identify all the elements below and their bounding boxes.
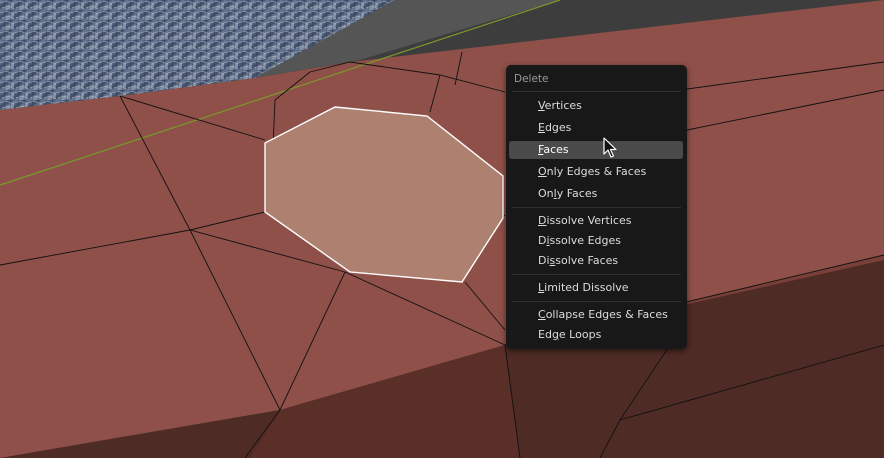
menu-item-vertices[interactable]: Vertices — [509, 97, 683, 115]
menu-item-limited-dissolve[interactable]: Limited Dissolve — [509, 279, 683, 297]
menu-item-collapse-edges-faces[interactable]: Collapse Edges & Faces — [509, 306, 683, 324]
menu-item-only-faces[interactable]: Only Faces — [509, 185, 683, 203]
menu-item-only-edges-faces[interactable]: Only Edges & Faces — [509, 163, 683, 181]
menu-separator — [512, 91, 681, 92]
menu-separator — [512, 301, 681, 302]
menu-item-dissolve-faces[interactable]: Dissolve Faces — [509, 252, 683, 270]
menu-item-faces[interactable]: Faces — [509, 141, 683, 159]
3d-viewport[interactable] — [0, 0, 884, 458]
delete-context-menu: Delete Vertices Edges Faces Only Edges &… — [506, 65, 687, 349]
menu-separator — [512, 274, 681, 275]
menu-item-edge-loops[interactable]: Edge Loops — [509, 326, 683, 344]
menu-item-edges[interactable]: Edges — [509, 119, 683, 137]
mouse-pointer-icon — [603, 137, 617, 158]
menu-item-dissolve-vertices[interactable]: Dissolve Vertices — [509, 212, 683, 230]
menu-item-dissolve-edges[interactable]: Dissolve Edges — [509, 232, 683, 250]
menu-title: Delete — [514, 73, 549, 85]
menu-separator — [512, 207, 681, 208]
